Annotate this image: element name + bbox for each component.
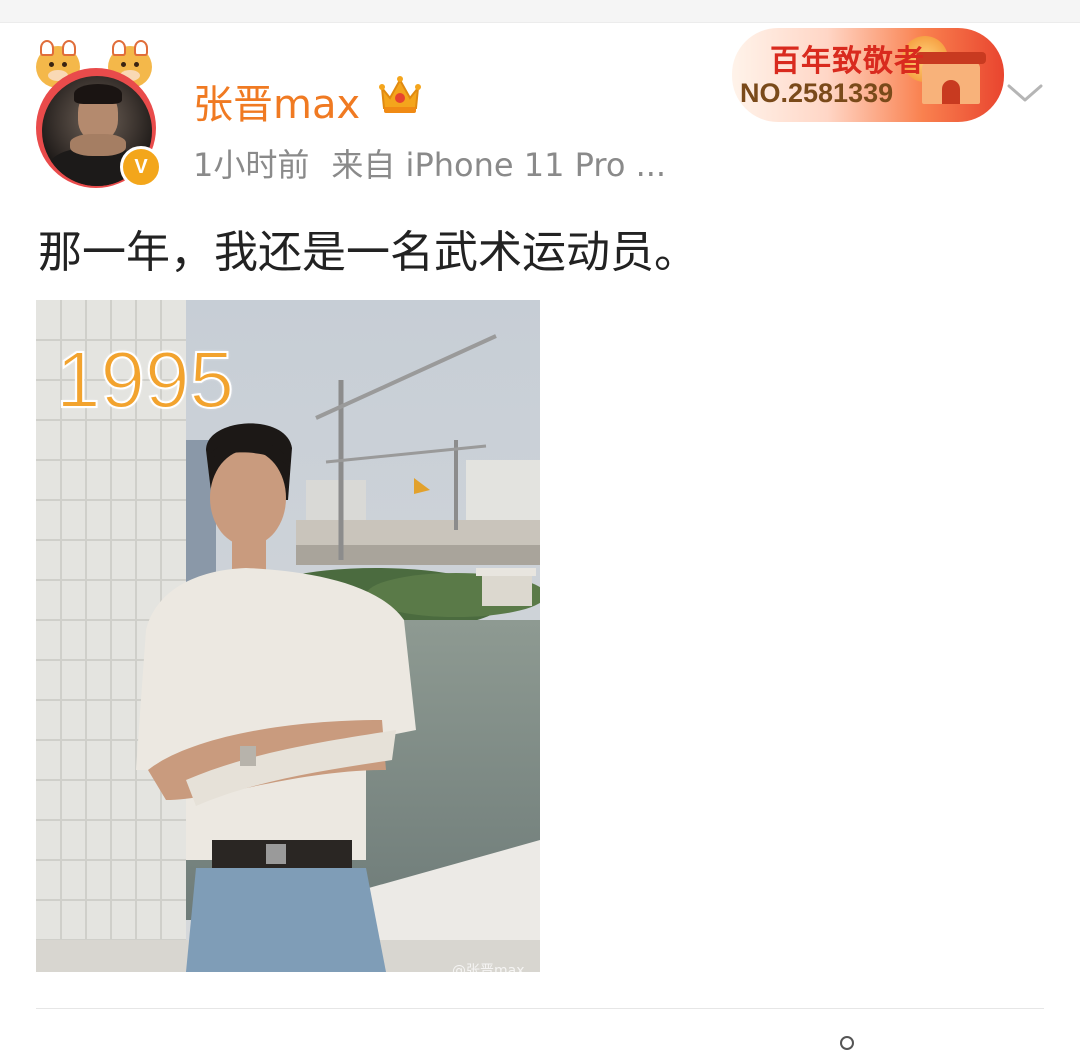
post-source[interactable]: 来自 iPhone 11 Pro ...: [331, 146, 666, 184]
photo-year-overlay: 1995: [55, 334, 235, 425]
chevron-down-icon[interactable]: [1005, 78, 1045, 108]
divider: [36, 1008, 1044, 1009]
photo-watermark: @张晋max: [452, 963, 525, 979]
badge-title: 百年致敬者: [770, 44, 925, 79]
badge-number: NO.2581339: [740, 78, 894, 108]
username[interactable]: 张晋max: [193, 72, 360, 130]
centennial-badge[interactable]: 百年致敬者 NO.2581339: [732, 28, 1004, 122]
post-text: 那一年，我还是一名武术运动员。: [38, 227, 698, 278]
crown-icon[interactable]: [378, 74, 422, 116]
action-icon[interactable]: [840, 1036, 854, 1050]
post-time: 1小时前: [193, 146, 310, 184]
verified-v-icon: V: [120, 146, 162, 188]
gate-icon: [916, 52, 986, 104]
post-meta: 1小时前 来自 iPhone 11 Pro ...: [193, 140, 666, 186]
top-status-strip: [0, 0, 1080, 23]
